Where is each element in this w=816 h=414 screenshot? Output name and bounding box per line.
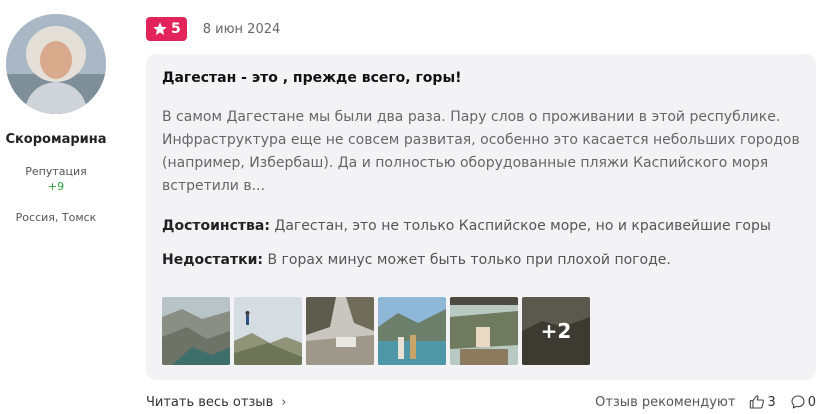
- photo-thumbnail[interactable]: [234, 297, 302, 365]
- comment-icon: [791, 395, 805, 409]
- review-title[interactable]: Дагестан - это , прежде всего, горы!: [162, 70, 816, 86]
- cons-text: В горах минус может быть только при плох…: [267, 252, 671, 268]
- review-body: В самом Дагестане мы были два раза. Пару…: [162, 109, 800, 194]
- reputation-value: +9: [47, 180, 65, 193]
- like-button[interactable]: 3: [749, 394, 776, 410]
- author-panel: Скоромарина Репутация +9 Россия, Томск: [0, 14, 112, 224]
- pros-label: Достоинства:: [162, 218, 270, 234]
- avatar-image: [6, 14, 106, 114]
- review-cons: Недостатки: В горах минус может быть тол…: [162, 252, 816, 268]
- chevron-right-icon: ›: [281, 394, 287, 410]
- photo-thumbnail[interactable]: [306, 297, 374, 365]
- photo-table: [450, 297, 518, 365]
- avatar[interactable]: [6, 14, 106, 114]
- photo-gallery: +2: [162, 297, 590, 365]
- read-full-link[interactable]: Читать весь отзыв ›: [146, 392, 286, 412]
- recommend-bar: Отзыв рекомендуют 3 0: [595, 392, 816, 412]
- author-location: Россия, Томск: [15, 211, 97, 224]
- more-photos-count: +2: [522, 297, 590, 365]
- star-icon: [153, 22, 167, 35]
- comment-button[interactable]: 0: [790, 394, 816, 410]
- read-full-label: Читать весь отзыв: [146, 394, 274, 410]
- rating-badge: 5: [146, 17, 187, 41]
- photo-thumbnail[interactable]: [378, 297, 446, 365]
- photo-thumbnail[interactable]: [162, 297, 230, 365]
- review-card[interactable]: Дагестан - это , прежде всего, горы! В с…: [146, 54, 816, 380]
- photo-more[interactable]: +2: [522, 297, 590, 365]
- photo-canyon: [162, 297, 230, 365]
- pros-text: Дагестан, это не только Каспийское море,…: [274, 218, 771, 234]
- review-meta: 5 8 июн 2024: [146, 17, 280, 41]
- reputation-label: Репутация: [25, 165, 87, 178]
- like-count: 3: [767, 394, 776, 410]
- author-name[interactable]: Скоромарина: [0, 132, 112, 147]
- cons-label: Недостатки:: [162, 252, 264, 268]
- recommend-label: Отзыв рекомендуют: [595, 394, 736, 410]
- review-pros: Достоинства: Дагестан, это не только Кас…: [162, 218, 816, 234]
- photo-camp: [306, 297, 374, 365]
- rating-value: 5: [171, 21, 181, 37]
- photo-mountain-top: [234, 297, 302, 365]
- review-date: 8 июн 2024: [202, 21, 281, 37]
- photo-lake-couple: [378, 297, 446, 365]
- thumbs-up-icon: [750, 395, 765, 409]
- photo-thumbnail[interactable]: [450, 297, 518, 365]
- comment-count: 0: [807, 394, 816, 410]
